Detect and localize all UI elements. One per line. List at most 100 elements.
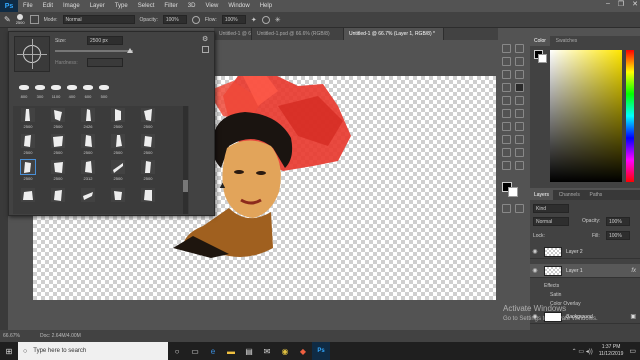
opacity-field[interactable]: 100%: [162, 15, 187, 24]
tab-channels[interactable]: Channels: [555, 190, 584, 200]
brush-preset[interactable]: [81, 188, 95, 202]
visibility-eye-icon[interactable]: ◉: [530, 267, 540, 274]
layer-row-layer-1[interactable]: ◉ Layer 1 fx: [530, 264, 640, 278]
brush-tip[interactable]: [51, 85, 61, 90]
bg-color-chip[interactable]: [538, 54, 547, 63]
layer-opacity-field[interactable]: 100%: [606, 217, 630, 226]
symmetry-icon[interactable]: ✳: [275, 16, 281, 24]
tool-icon[interactable]: [502, 148, 511, 157]
menu-help[interactable]: Help: [255, 3, 277, 9]
brush-tip[interactable]: [19, 85, 29, 90]
brush-preset-selected[interactable]: [20, 159, 36, 175]
tool-icon[interactable]: [502, 161, 511, 170]
tool-icon[interactable]: [502, 44, 511, 53]
brush-preset[interactable]: [51, 160, 65, 174]
airbrush-icon[interactable]: ✦: [251, 16, 257, 24]
brush-tool-active-icon[interactable]: [515, 83, 524, 92]
brush-preset[interactable]: [51, 134, 65, 148]
menu-edit[interactable]: Edit: [38, 3, 58, 9]
brush-angle-preview[interactable]: [14, 36, 50, 72]
brush-preset[interactable]: [21, 108, 35, 122]
tool-icon[interactable]: [502, 57, 511, 66]
tab-paths[interactable]: Paths: [586, 190, 607, 200]
tab-document-1[interactable]: Untitled-1 @ 66.7% (Layer 1, RGB/8): [214, 28, 252, 40]
brush-tip[interactable]: [35, 85, 45, 90]
brush-preset[interactable]: [111, 108, 125, 122]
brush-preset[interactable]: [21, 188, 35, 202]
new-preset-icon[interactable]: [202, 46, 209, 53]
menu-image[interactable]: Image: [58, 3, 85, 9]
doc-size[interactable]: Doc: 2.64M/4.00M: [40, 333, 81, 339]
tool-icon[interactable]: [502, 70, 511, 79]
brush-preset[interactable]: [51, 108, 65, 122]
panel-gear-icon[interactable]: ⚙: [202, 35, 208, 43]
menu-3d[interactable]: 3D: [183, 3, 201, 9]
tool-icon[interactable]: [515, 109, 524, 118]
layer-blend-mode[interactable]: Normal: [533, 217, 569, 226]
pressure-size-icon[interactable]: [261, 15, 270, 24]
tool-icon[interactable]: [502, 122, 511, 131]
tool-icon[interactable]: [515, 96, 524, 105]
file-explorer-icon[interactable]: ▬: [222, 342, 240, 360]
size-slider[interactable]: [55, 48, 133, 53]
brush-preset[interactable]: [111, 134, 125, 148]
mail-icon[interactable]: ✉: [258, 342, 276, 360]
brush-preset[interactable]: [111, 188, 125, 202]
tool-icon[interactable]: [502, 135, 511, 144]
brush-tip[interactable]: [67, 85, 77, 90]
menu-view[interactable]: View: [200, 3, 223, 9]
size-field[interactable]: 2500 px: [87, 36, 123, 45]
minimize-icon[interactable]: –: [606, 0, 610, 8]
store-icon[interactable]: ▤: [240, 342, 258, 360]
flow-field[interactable]: 100%: [221, 15, 246, 24]
effect-satin[interactable]: Satin: [544, 291, 581, 300]
clock[interactable]: 1:37 PM 11/12/2019: [599, 344, 630, 358]
brush-preset-picker[interactable]: 2500: [16, 14, 25, 25]
menu-select[interactable]: Select: [133, 3, 160, 9]
system-tray-icons[interactable]: ⌃ ▭ ◂)): [572, 348, 599, 355]
hardness-field[interactable]: [87, 58, 123, 67]
chrome-icon[interactable]: ◉: [276, 342, 294, 360]
taskbar-search-box[interactable]: ○ Type here to search: [18, 342, 168, 360]
tool-icon[interactable]: [515, 70, 524, 79]
brush-settings-icon[interactable]: [29, 15, 39, 24]
tool-icon[interactable]: [515, 135, 524, 144]
cortana-icon[interactable]: ○: [168, 342, 186, 360]
brush-preset[interactable]: [141, 108, 155, 122]
layer-kind-filter[interactable]: Kind: [533, 204, 569, 213]
background-color-swatch[interactable]: [508, 187, 518, 197]
brush-preset[interactable]: [81, 108, 95, 122]
tool-icon[interactable]: [515, 44, 524, 53]
tool-icon[interactable]: [515, 122, 524, 131]
menu-type[interactable]: Type: [110, 3, 133, 9]
task-view-icon[interactable]: ▭: [186, 342, 204, 360]
tab-color[interactable]: Color: [530, 36, 550, 46]
tab-layers[interactable]: Layers: [530, 190, 554, 200]
tool-icon[interactable]: [502, 96, 511, 105]
close-icon[interactable]: ✕: [632, 0, 638, 8]
app-icon[interactable]: ◆: [294, 342, 312, 360]
brush-preset[interactable]: [81, 160, 95, 174]
tab-swatches[interactable]: Swatches: [552, 36, 582, 46]
brush-grid-scrollbar[interactable]: [183, 106, 188, 214]
visibility-eye-icon[interactable]: ◉: [530, 248, 540, 255]
brush-preset[interactable]: [141, 188, 155, 202]
tool-icon[interactable]: [515, 57, 524, 66]
brush-preset[interactable]: [141, 134, 155, 148]
brush-preset[interactable]: [81, 134, 95, 148]
brush-preset[interactable]: [51, 188, 65, 202]
zoom-level[interactable]: 66.67%: [3, 333, 20, 339]
brush-preset[interactable]: [111, 160, 125, 174]
brush-tool-icon[interactable]: ✎: [4, 15, 11, 24]
brush-preset[interactable]: [21, 134, 35, 148]
edge-icon[interactable]: e: [204, 342, 222, 360]
brush-tip[interactable]: [83, 85, 93, 90]
color-field[interactable]: [550, 50, 622, 182]
maximize-icon[interactable]: ❐: [618, 0, 624, 8]
tab-document-2[interactable]: Untitled-1.psd @ 66.6% (RGB/8): [252, 28, 344, 40]
tab-document-active[interactable]: Untitled-1 @ 66.7% (Layer 1, RGB/8) *: [344, 28, 444, 40]
pressure-opacity-icon[interactable]: [191, 15, 200, 24]
fx-icon[interactable]: fx: [631, 268, 636, 274]
tool-icon[interactable]: [515, 161, 524, 170]
menu-layer[interactable]: Layer: [85, 3, 110, 9]
